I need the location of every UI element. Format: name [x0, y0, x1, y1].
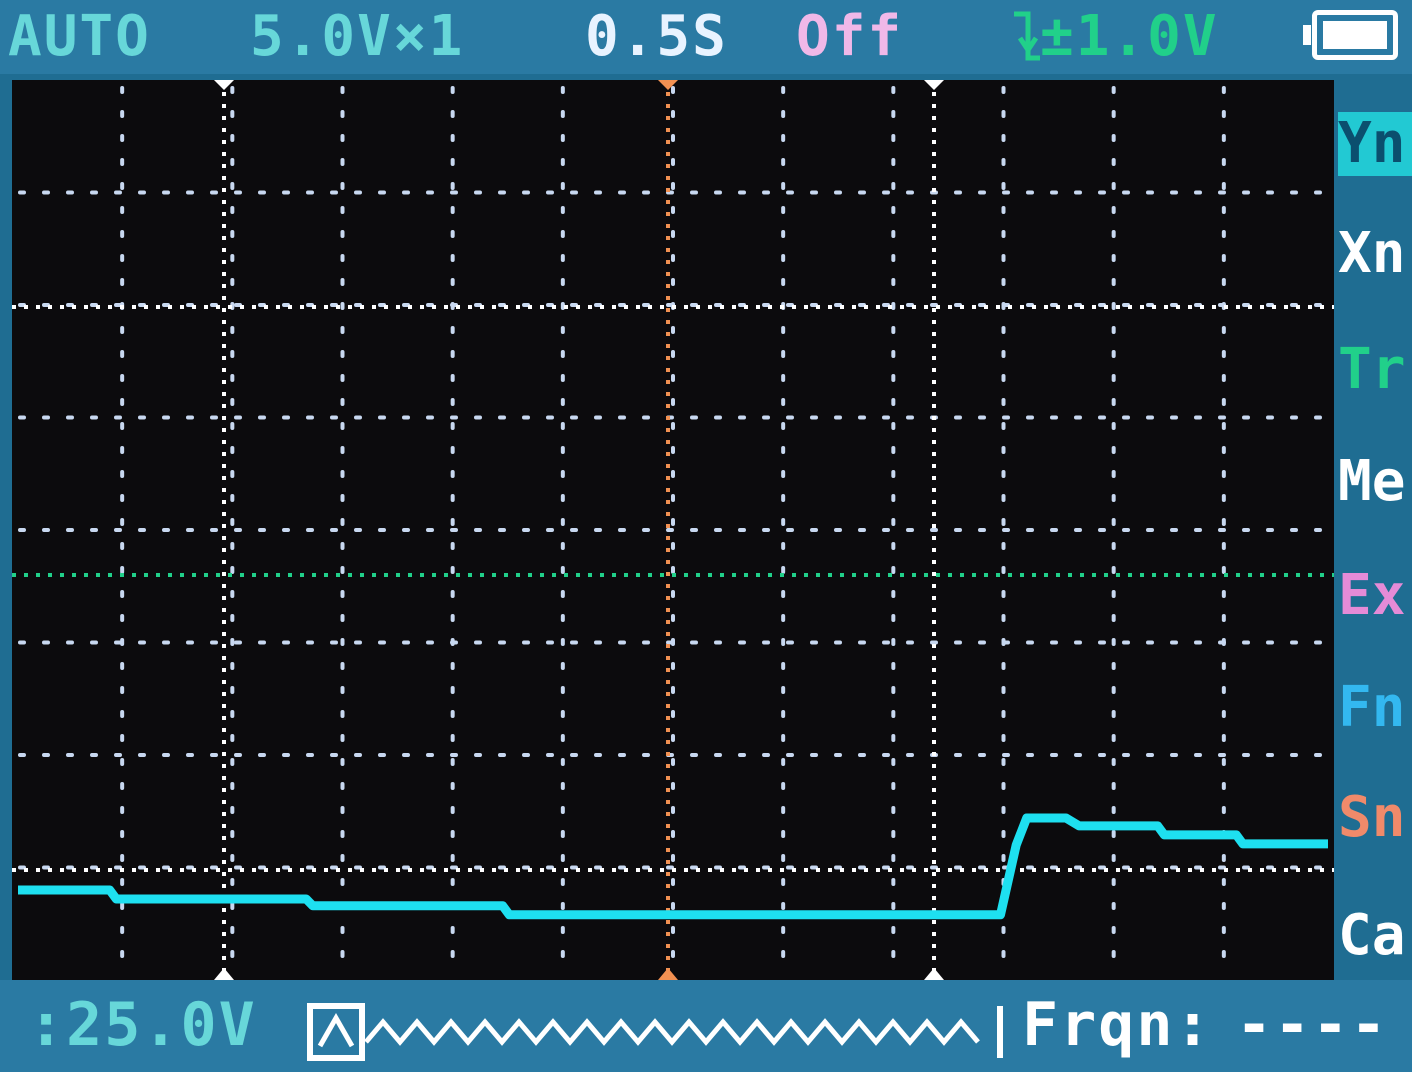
timebase[interactable]: 0.5S	[585, 2, 728, 72]
menu-item-y-channel[interactable]: Yn	[1338, 112, 1412, 176]
square-wave-generator-icon[interactable]	[306, 1000, 1006, 1064]
menu-item-trigger[interactable]: Tr	[1338, 338, 1412, 402]
menu-item-measure[interactable]: Me	[1338, 450, 1412, 514]
menu-item-function[interactable]: Fn	[1338, 676, 1412, 740]
time-cursor-right-marker-top	[924, 80, 944, 90]
generator-zigzag	[364, 1018, 980, 1046]
menu-item-calibrate[interactable]: Ca	[1338, 904, 1412, 968]
time-cursor-left-marker-bottom	[214, 968, 234, 980]
falling-edge-trigger-icon	[1014, 11, 1040, 61]
waveform-display[interactable]	[12, 80, 1334, 980]
function-menu: Yn Xn Tr Me Ex Fn Sn Ca	[1334, 80, 1412, 980]
frequency-label: Frqn:	[1022, 990, 1213, 1060]
waveform-overlay	[12, 80, 1334, 980]
generator-box-glyph	[317, 1012, 355, 1048]
vertical-scale[interactable]: 5.0V×1	[250, 2, 464, 72]
battery-full-icon	[1303, 10, 1398, 60]
coupling-mode[interactable]: Off	[796, 2, 903, 72]
menu-item-extra[interactable]: Ex	[1338, 564, 1412, 628]
frequency-value: ----	[1236, 990, 1389, 1060]
time-cursor-right-marker-bottom	[924, 968, 944, 980]
status-bar: AUTO 5.0V×1 0.5S Off ±1.0V	[0, 0, 1412, 74]
time-cursor-center-marker-bottom	[658, 968, 678, 980]
cursor-voltage[interactable]: :25.0V	[28, 990, 257, 1060]
menu-item-save[interactable]: Sn	[1338, 786, 1412, 850]
trigger-mode[interactable]: AUTO	[8, 2, 151, 72]
menu-item-x-timebase[interactable]: Xn	[1338, 222, 1412, 286]
trigger-level[interactable]: ±1.0V	[1040, 2, 1219, 72]
